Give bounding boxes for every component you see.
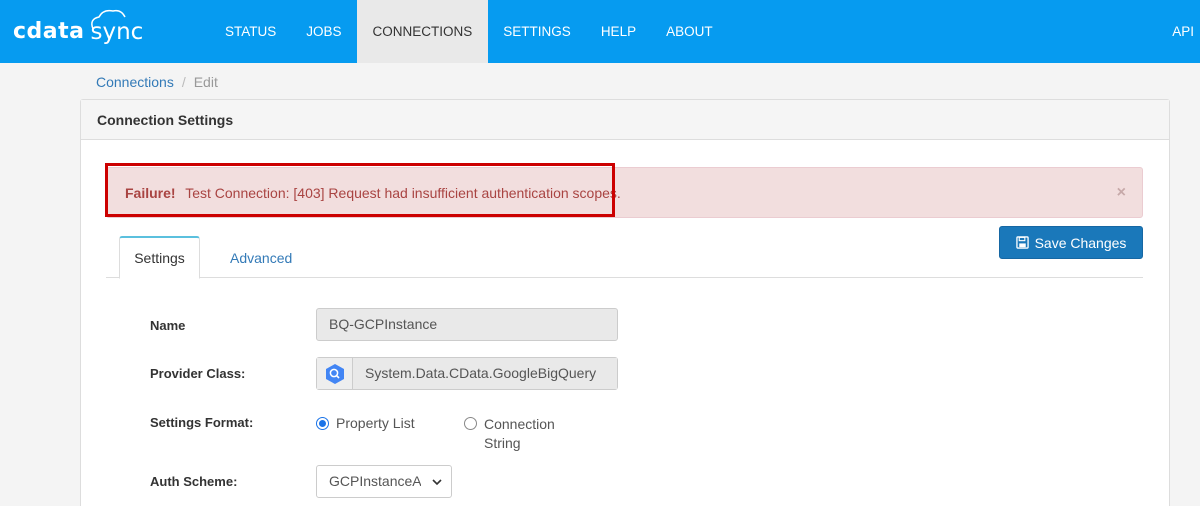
bigquery-icon [325, 363, 344, 384]
provider-class-field[interactable]: System.Data.CData.GoogleBigQuery [316, 357, 618, 390]
nav-about[interactable]: ABOUT [651, 0, 728, 63]
radio-property-list-circle[interactable] [316, 417, 329, 430]
auth-scheme-label: Auth Scheme: [150, 474, 238, 489]
breadcrumb-separator: / [181, 74, 186, 90]
brand-cdata-text: cdata [13, 19, 85, 44]
alert-strong: Failure! [125, 185, 176, 201]
radio-connection-string-circle[interactable] [464, 417, 477, 430]
nav-connections[interactable]: CONNECTIONS [356, 0, 489, 63]
provider-class-value: System.Data.CData.GoogleBigQuery [353, 358, 617, 389]
radio-property-list[interactable]: Property List [316, 415, 464, 453]
main-nav: STATUS JOBS CONNECTIONS SETTINGS HELP AB… [210, 0, 728, 63]
settings-tabs: Settings Advanced [106, 236, 1143, 279]
name-label: Name [150, 318, 186, 333]
alert-close-icon[interactable]: × [1117, 184, 1126, 202]
brand-logo[interactable]: cdata sync [0, 0, 165, 63]
panel-title: Connection Settings [81, 100, 1169, 140]
breadcrumb-current: Edit [193, 74, 218, 90]
nav-api[interactable]: API [1172, 0, 1194, 63]
cloud-icon [90, 9, 126, 29]
settings-format-label: Settings Format: [150, 415, 254, 430]
nav-jobs[interactable]: JOBS [291, 0, 356, 63]
auth-scheme-value: GCPInstanceAccount [329, 473, 421, 489]
tab-settings[interactable]: Settings [119, 236, 200, 279]
name-field[interactable]: BQ-GCPInstance [316, 308, 618, 341]
failure-alert: Failure! Test Connection: [403] Request … [106, 167, 1143, 218]
nav-status[interactable]: STATUS [210, 0, 291, 63]
tab-advanced[interactable]: Advanced [213, 236, 309, 278]
top-navbar: cdata sync STATUS JOBS CONNECTIONS SETTI… [0, 0, 1200, 63]
radio-property-list-label: Property List [336, 415, 415, 431]
chevron-down-icon [432, 479, 442, 486]
nav-help[interactable]: HELP [586, 0, 651, 63]
breadcrumb-connections-link[interactable]: Connections [96, 74, 174, 90]
radio-connection-string-line2: String [484, 435, 521, 451]
nav-settings[interactable]: SETTINGS [488, 0, 586, 63]
provider-class-label: Provider Class: [150, 366, 246, 381]
radio-connection-string-line1: Connection [484, 416, 555, 432]
connection-settings-panel: Connection Settings Failure! Test Connec… [80, 99, 1170, 506]
provider-addon [317, 358, 353, 389]
brand-sync-text: sync [91, 9, 143, 45]
alert-message: Test Connection: [403] Request had insuf… [185, 185, 621, 201]
breadcrumb: Connections / Edit [96, 74, 218, 90]
radio-connection-string-label: Connection String [484, 415, 555, 453]
radio-connection-string[interactable]: Connection String [464, 415, 555, 453]
settings-format-radio-group: Property List Connection String [316, 415, 555, 453]
auth-scheme-select[interactable]: GCPInstanceAccount [316, 465, 452, 498]
